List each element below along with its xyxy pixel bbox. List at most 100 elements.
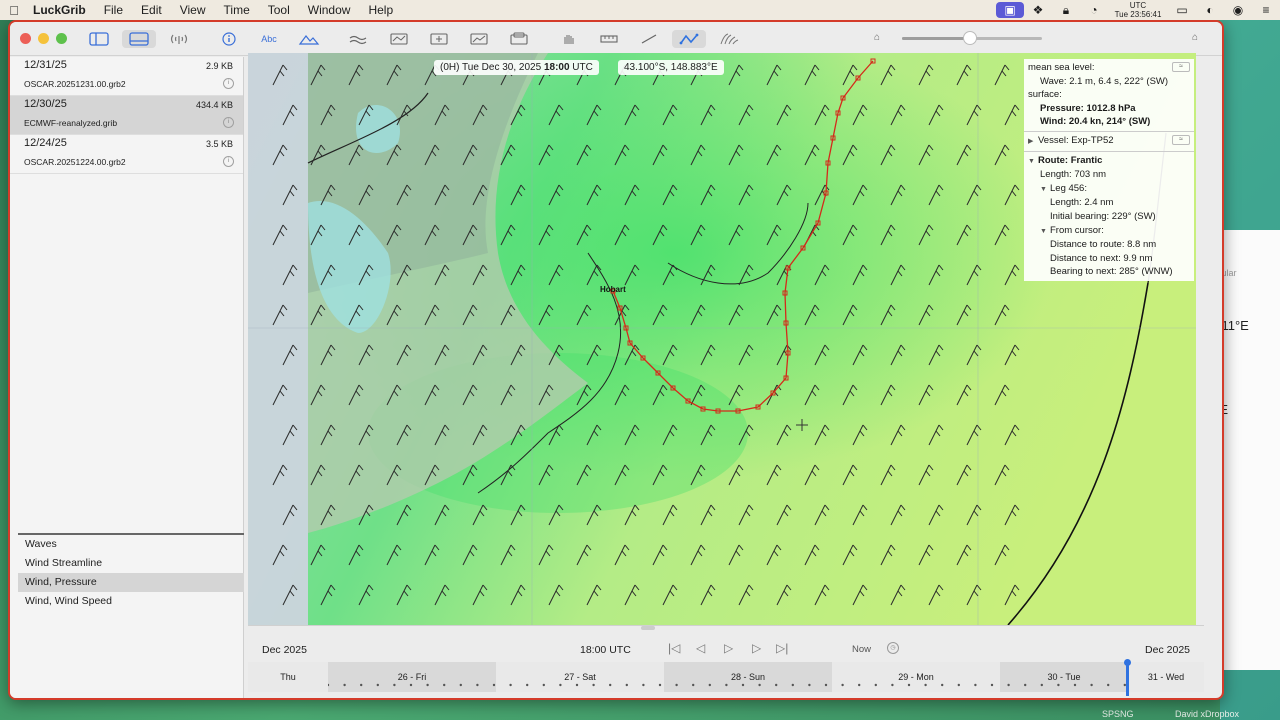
file-row-selected[interactable]: 12/30/25 434.4 KB ECMWF-reanalyzed.grib … — [10, 96, 243, 135]
menubar-clock[interactable]: UTC Tue 23:56:41 — [1108, 1, 1168, 19]
layer-tool-3-button[interactable] — [462, 30, 496, 48]
menu-app-name[interactable]: LuckGrib — [24, 3, 95, 17]
notification-icon[interactable]: ≡ — [1252, 0, 1280, 20]
file-size: 3.5 KB — [205, 139, 233, 149]
timeline-tick — [509, 683, 512, 687]
zoom-window-button[interactable] — [56, 33, 67, 44]
apple-menu-icon[interactable]:  — [4, 3, 24, 18]
disclosure-down-icon[interactable]: ▼ — [1040, 225, 1050, 239]
download-grib-button[interactable] — [162, 30, 196, 48]
info-bearing-next: Bearing to next: 285° (WNW) — [1050, 266, 1173, 278]
file-row[interactable]: 12/24/25 3.5 KB OSCAR.20251224.00.grb2 i — [10, 135, 243, 174]
desktop-footer: SPSNG David xDropbox — [0, 706, 1280, 720]
layer-item-wind-pressure[interactable]: Wind, Pressure — [18, 573, 244, 592]
labels-button[interactable]: Abc — [252, 30, 286, 48]
layer-item-wind-speed[interactable]: Wind, Wind Speed — [18, 592, 244, 611]
play-icon[interactable]: ▷ — [724, 641, 733, 655]
file-info-icon[interactable]: i — [223, 78, 234, 89]
minimize-window-button[interactable] — [38, 33, 49, 44]
sidebar-toggle-button[interactable] — [82, 30, 116, 48]
siri-icon[interactable]: ◉ — [1224, 0, 1252, 20]
layer-item-waves[interactable]: Waves — [18, 535, 244, 554]
disclosure-down-icon[interactable]: ▼ — [1040, 183, 1050, 197]
isochrone-tool-button[interactable] — [712, 30, 746, 48]
layer-item-wind-streamline[interactable]: Wind Streamline — [18, 554, 244, 573]
skip-to-end-icon[interactable]: ▷| — [776, 641, 788, 655]
control-center-icon[interactable]: ◐ — [1196, 0, 1224, 20]
file-row[interactable]: 12/31/25 2.9 KB OSCAR.20251231.00.grb2 i — [10, 57, 243, 96]
line-tool-button[interactable] — [632, 30, 666, 48]
timeline-tick — [609, 683, 612, 687]
timeline-tick — [1107, 683, 1110, 687]
timeline-tick — [741, 683, 745, 687]
battery-icon[interactable]: ▭ — [1168, 0, 1196, 20]
file-info-icon[interactable]: i — [223, 117, 234, 128]
file-size: 434.4 KB — [195, 100, 233, 110]
info-vessel-section[interactable]: ≈ ▶ Vessel: Exp-TP52 — [1024, 130, 1194, 151]
menu-file[interactable]: File — [95, 3, 132, 17]
close-window-button[interactable] — [20, 33, 31, 44]
hand-icon — [564, 34, 574, 44]
timeline-tick — [393, 683, 396, 687]
route-disclosure[interactable]: ▼ Route: Frantic — [1028, 154, 1190, 169]
antenna-icon — [170, 34, 188, 44]
weather-map[interactable]: (0H) Tue Dec 30, 2025 18:00 UTC 43.100°S… — [248, 53, 1196, 625]
menu-help[interactable]: Help — [359, 3, 402, 17]
layer-list: Waves Wind Streamline Wind, Pressure Win… — [18, 533, 244, 611]
menu-edit[interactable]: Edit — [132, 3, 171, 17]
waves-tool-button[interactable] — [342, 30, 376, 48]
terrain-icon — [298, 34, 320, 45]
bottom-panel-toggle-button[interactable] — [122, 29, 156, 48]
zoom-slider[interactable] — [902, 31, 1042, 45]
now-button[interactable]: Now — [852, 644, 871, 655]
route-tool-button[interactable] — [672, 29, 706, 48]
contours-button[interactable] — [292, 30, 326, 48]
menu-view[interactable]: View — [171, 3, 215, 17]
menu-window[interactable]: Window — [299, 3, 360, 17]
disclosure-right-icon[interactable]: ▶ — [1028, 135, 1038, 149]
skip-to-start-icon[interactable]: |◁ — [668, 641, 680, 655]
lock-icon[interactable]: 🔒︎ — [1052, 0, 1080, 20]
measure-tool-button[interactable] — [592, 30, 626, 48]
step-back-icon[interactable]: ◁ — [696, 641, 705, 655]
clock-zone: UTC — [1129, 1, 1147, 10]
timeline-right-label: Dec 2025 — [1145, 644, 1190, 656]
zoom-in-icon[interactable]: ⌂ — [1192, 32, 1198, 43]
file-name: OSCAR.20251224.00.grb2 — [24, 157, 126, 167]
zoom-out-icon[interactable]: ⌂ — [874, 32, 880, 43]
now-clock-icon[interactable]: ◷ — [887, 642, 899, 654]
screen-share-icon[interactable]: ▣ — [996, 2, 1024, 18]
timeline-tick — [1040, 683, 1043, 687]
map-layer-icon — [390, 32, 408, 45]
timeline-day[interactable]: 31 - Wed — [1128, 662, 1204, 692]
timeline-tick — [526, 683, 529, 687]
info-button[interactable] — [212, 30, 246, 48]
add-layer-icon — [430, 32, 448, 45]
wifi-icon[interactable]: ◔ — [1080, 0, 1108, 20]
file-info-icon[interactable]: i — [223, 156, 234, 167]
clock-time: Tue 23:56:41 — [1114, 10, 1162, 19]
dropbox-icon[interactable]: ❖ — [1024, 0, 1052, 20]
pan-tool-button[interactable] — [552, 30, 586, 48]
info-from-cursor: From cursor: — [1050, 224, 1104, 236]
step-forward-icon[interactable]: ▷ — [752, 641, 761, 655]
leg-disclosure[interactable]: ▼ Leg 456: — [1028, 182, 1190, 197]
disclosure-down-icon[interactable]: ▼ — [1028, 155, 1038, 169]
layer-tool-1-button[interactable] — [382, 30, 416, 48]
zoom-slider-knob[interactable] — [963, 31, 977, 45]
timeline-tick — [941, 683, 944, 687]
timeline-panel: Dec 2025 18:00 UTC |◁ ◁ ▷ ▷ ▷| Now ◷ Dec… — [248, 625, 1204, 698]
panel-resize-grip[interactable] — [641, 626, 655, 630]
cursor-disclosure[interactable]: ▼ From cursor: — [1028, 224, 1190, 239]
layer-tool-4-button[interactable] — [502, 30, 536, 48]
layer-tool-2-button[interactable] — [422, 30, 456, 48]
timeline-day[interactable]: Thu — [248, 662, 328, 692]
timeline-tick — [575, 683, 579, 687]
menu-time[interactable]: Time — [215, 3, 259, 17]
timeline-tick — [542, 683, 545, 687]
timeline-playhead[interactable] — [1124, 659, 1131, 696]
menu-tool[interactable]: Tool — [259, 3, 299, 17]
timeline-tick — [658, 683, 662, 687]
ruler-icon — [600, 34, 618, 43]
waves-mini-icon: ≈ — [1172, 62, 1190, 72]
